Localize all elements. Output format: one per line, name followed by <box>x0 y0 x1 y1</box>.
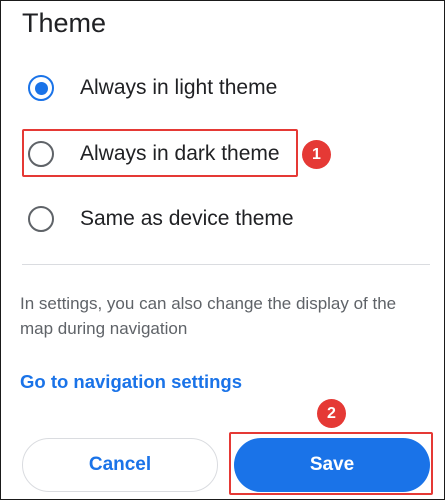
option-label: Always in light theme <box>80 76 278 99</box>
radio-unselected-icon[interactable] <box>28 206 54 232</box>
dialog-title: Theme <box>22 8 107 38</box>
annotation-highlight-box <box>22 129 298 177</box>
step-badge-1: 1 <box>302 140 331 169</box>
option-light-theme[interactable]: Always in light theme <box>28 70 277 106</box>
cancel-button[interactable]: Cancel <box>22 438 218 492</box>
annotation-highlight-box <box>229 432 433 495</box>
option-device-theme[interactable]: Same as device theme <box>28 201 294 237</box>
radio-selected-icon[interactable] <box>28 75 54 101</box>
navigation-settings-link[interactable]: Go to navigation settings <box>20 371 242 393</box>
info-text: In settings, you can also change the dis… <box>20 294 397 338</box>
step-badge-2: 2 <box>317 399 346 428</box>
divider <box>22 264 430 265</box>
option-label: Same as device theme <box>80 207 294 230</box>
